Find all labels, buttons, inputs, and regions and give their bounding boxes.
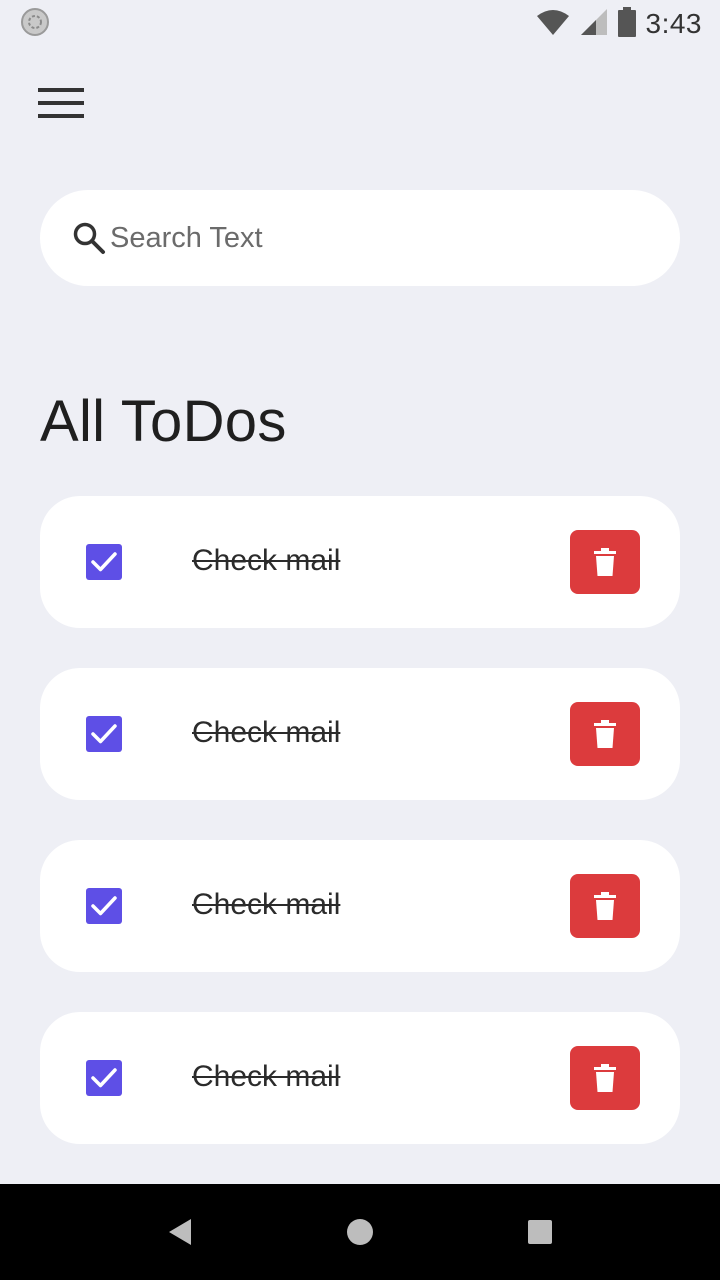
trash-icon — [594, 1064, 616, 1092]
checkmark-icon — [91, 896, 117, 916]
status-time: 3:43 — [645, 8, 702, 39]
trash-icon — [594, 720, 616, 748]
page-title: All ToDos — [40, 389, 287, 454]
trash-icon — [594, 548, 616, 576]
search-icon — [72, 220, 108, 256]
delete-button[interactable] — [570, 530, 640, 594]
recents-icon — [528, 1220, 552, 1244]
todo-text: Check mail — [192, 716, 341, 749]
status-bar: 3:43 — [0, 0, 720, 48]
sync-icon — [20, 7, 50, 42]
delete-button[interactable] — [570, 702, 640, 766]
status-right: 3:43 — [536, 6, 703, 42]
home-icon — [347, 1219, 373, 1245]
trash-icon — [594, 892, 616, 920]
todo-checkbox[interactable] — [86, 1060, 122, 1096]
todo-item: Check mail — [40, 496, 680, 628]
recents-button[interactable] — [522, 1214, 558, 1250]
back-icon — [169, 1219, 191, 1245]
todo-item: Check mail — [40, 1012, 680, 1144]
todo-text: Check mail — [192, 888, 341, 921]
home-button[interactable] — [342, 1214, 378, 1250]
signal-icon — [580, 8, 608, 41]
todo-text: Check mail — [192, 1060, 341, 1093]
todo-item: Check mail — [40, 668, 680, 800]
todo-item: Check mail — [40, 840, 680, 972]
status-left — [20, 7, 50, 42]
hamburger-menu-icon — [38, 86, 84, 123]
checkmark-icon — [91, 1068, 117, 1088]
battery-icon — [617, 6, 636, 42]
back-button[interactable] — [162, 1214, 198, 1250]
todo-list: Check mail Check mail Check mail Check m… — [40, 496, 680, 1184]
checkmark-icon — [91, 724, 117, 744]
todo-checkbox[interactable] — [86, 544, 122, 580]
delete-button[interactable] — [570, 1046, 640, 1110]
wifi-icon — [536, 8, 570, 41]
checkmark-icon — [91, 552, 117, 572]
menu-button[interactable] — [38, 86, 86, 122]
todo-checkbox[interactable] — [86, 888, 122, 924]
search-input[interactable] — [110, 221, 630, 255]
navigation-bar — [0, 1184, 720, 1280]
todo-app-screen: 3:43 All ToDos — [0, 0, 720, 1280]
delete-button[interactable] — [570, 874, 640, 938]
search-box[interactable] — [40, 190, 680, 286]
todo-checkbox[interactable] — [86, 716, 122, 752]
todo-text: Check mail — [192, 544, 341, 577]
